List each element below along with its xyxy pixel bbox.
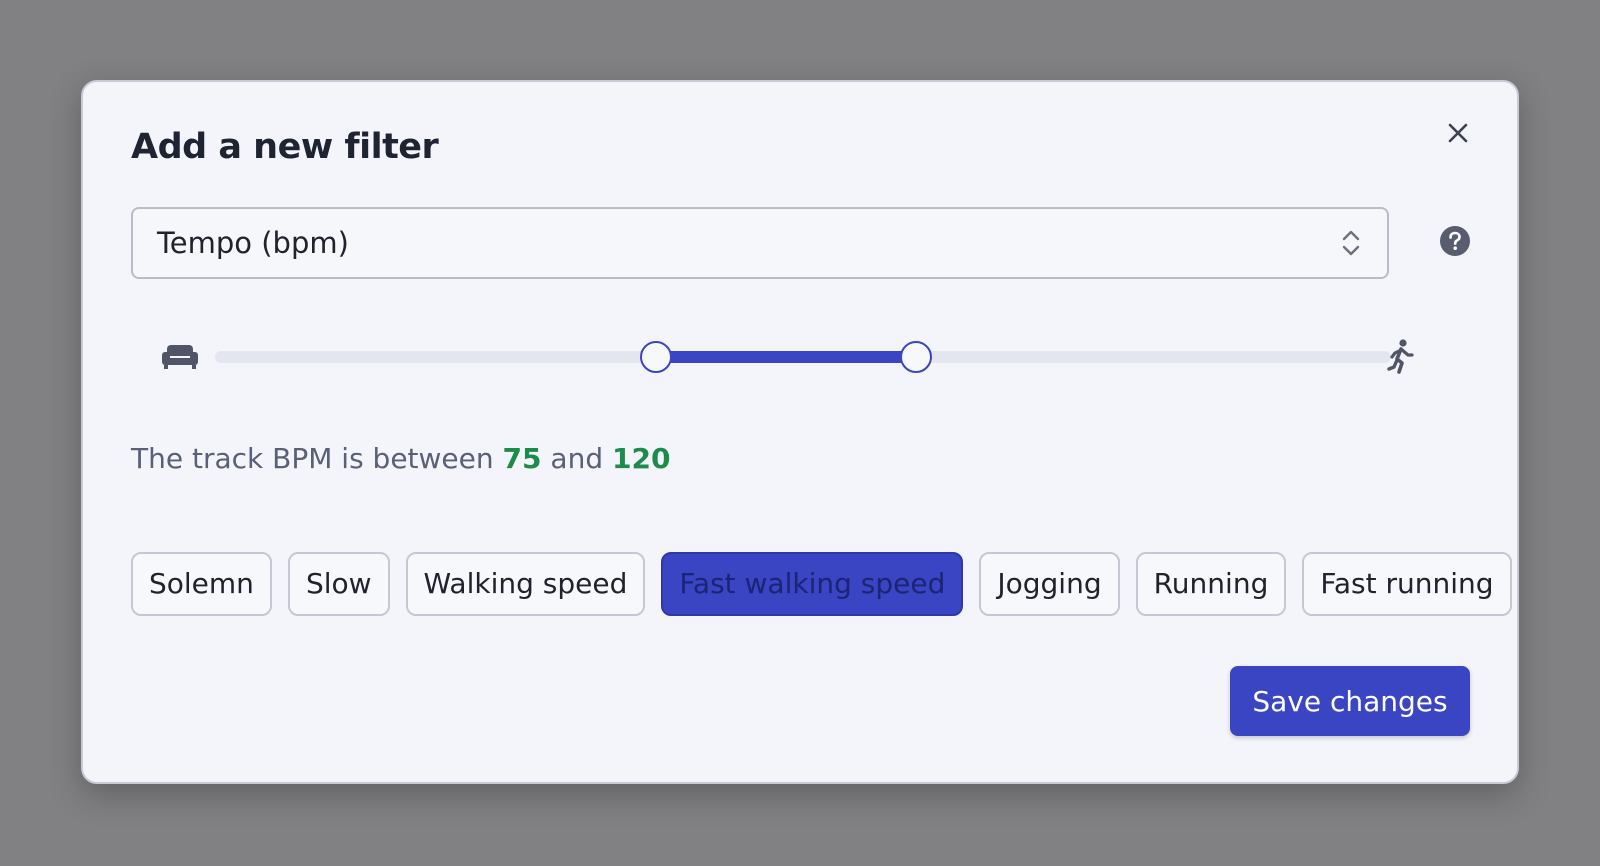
add-filter-dialog: Add a new filter Tempo (bpm) The track B…: [81, 80, 1519, 784]
summary-prefix: The track BPM is between: [131, 442, 494, 475]
preset-jogging[interactable]: Jogging: [979, 552, 1120, 616]
preset-fast-walking-speed[interactable]: Fast walking speed: [661, 552, 964, 616]
slider-track[interactable]: [215, 341, 1391, 373]
preset-slow[interactable]: Slow: [287, 552, 390, 616]
filter-type-select[interactable]: Tempo (bpm): [131, 207, 1389, 279]
preset-running[interactable]: Running: [1135, 552, 1287, 616]
slider-max-handle[interactable]: [899, 341, 932, 373]
preset-fast-running[interactable]: Fast running: [1302, 552, 1512, 616]
running-person-icon: [1387, 339, 1414, 374]
dialog-title: Add a new filter: [131, 127, 439, 167]
close-icon[interactable]: [1443, 118, 1473, 148]
bpm-max-value: 120: [612, 442, 671, 475]
sofa-icon: [162, 345, 198, 369]
preset-walking-speed[interactable]: Walking speed: [405, 552, 646, 616]
summary-joiner: and: [550, 442, 604, 475]
tempo-presets: Solemn Slow Walking speed Fast walking s…: [131, 552, 1512, 616]
slider-min-handle[interactable]: [640, 341, 672, 373]
bpm-range-slider: [131, 322, 1431, 392]
bpm-min-value: 75: [502, 442, 542, 475]
preset-solemn[interactable]: Solemn: [131, 552, 272, 616]
chevron-up-down-icon: [1342, 230, 1360, 256]
slider-selected-range: [656, 351, 916, 363]
bpm-range-summary: The track BPM is between 75 and 120: [131, 442, 670, 475]
filter-type-value: Tempo (bpm): [157, 226, 349, 260]
help-circle-icon[interactable]: [1440, 226, 1470, 256]
save-changes-button[interactable]: Save changes: [1230, 666, 1470, 736]
